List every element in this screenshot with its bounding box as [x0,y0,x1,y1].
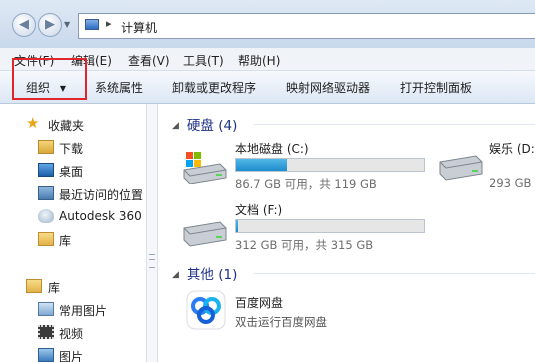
nav-item-downloads[interactable]: 下载 [0,137,146,159]
pictures-icon [38,302,54,316]
nav-item-autodesk[interactable]: Autodesk 360 [0,206,146,228]
star-icon: ★ [26,114,40,132]
group-other[interactable]: ◢ 其他 (1) [172,263,237,283]
collapse-arrow-icon: ◢ [172,270,179,280]
drive-d-icon [439,155,483,181]
content-pane: ◢ 硬盘 (4) 本地磁盘 (C:) 86.7 GB 可用，共 119 GB 娱乐… [158,104,535,362]
windows-drive-icon [183,152,227,184]
nav-item-recent[interactable]: 最近访问的位置 [0,183,146,205]
back-arrow-icon: ◀ [19,17,29,32]
video-icon [38,325,54,339]
nav-favorites[interactable]: ★ 收藏夹 [0,114,146,136]
breadcrumb-separator[interactable]: ▸ [106,17,112,30]
nav-item-label: 最近访问的位置 [59,188,144,202]
collapse-arrow-icon: ◢ [172,121,179,131]
nav-item-library-fav[interactable]: 库 [0,229,146,251]
cloud-icon [38,209,54,223]
splitter-grip-icon [149,254,155,268]
nav-item-label: 下载 [59,142,84,156]
nav-item-images[interactable]: 图片 [0,345,146,362]
recent-pages-dropdown[interactable]: ▼ [64,20,70,29]
uninstall-program-button[interactable]: 卸载或更改程序 [172,79,256,96]
menu-tools[interactable]: 工具(T) [183,52,224,69]
menu-help[interactable]: 帮助(H) [238,52,280,69]
nav-item-label: 图片 [59,350,84,362]
title-bar: ◀ ▶ ▼ ▸ 计算机 [0,0,535,48]
system-properties-button[interactable]: 系统属性 [95,79,143,96]
forward-button[interactable]: ▶ [38,13,62,37]
nav-item-label: 常用图片 [59,304,108,318]
drive-d-name[interactable]: 娱乐 (D: [489,140,535,157]
forward-arrow-icon: ▶ [45,17,55,32]
nav-item-label: 库 [59,234,72,248]
nav-item-videos[interactable]: 视频 [0,322,146,344]
open-control-panel-button[interactable]: 打开控制面板 [400,79,472,96]
nav-favorites-label: 收藏夹 [48,119,85,133]
image-icon [38,348,54,362]
download-folder-icon [38,140,54,154]
drive-c-name[interactable]: 本地磁盘 (C:) [235,140,309,157]
drive-f-usage-bar [235,219,425,233]
drive-d-free: 293 GB [489,176,532,190]
group-divider [254,273,535,274]
nav-item-label: Autodesk 360 [59,209,142,223]
pane-splitter[interactable] [147,104,158,362]
drive-f-name[interactable]: 文档 (F:) [235,201,282,218]
organize-highlight-box [12,58,87,100]
drive-c-usage-fill [236,159,287,171]
recent-places-icon [38,186,54,200]
baidu-netdisk-icon [186,290,226,330]
navigation-pane: ★ 收藏夹 下载 桌面 最近访问的位置 Autodesk 360 库 库 常用图… [0,104,147,362]
nav-libraries-label: 库 [48,281,61,295]
group-hard-disks-label: 硬盘 (4) [186,118,238,134]
library-icon [26,279,42,293]
drive-f-icon [183,221,227,247]
baidu-netdisk-name[interactable]: 百度网盘 [235,294,283,311]
library-folder-icon [38,232,54,246]
group-other-label: 其他 (1) [186,267,238,283]
group-divider [254,124,535,125]
nav-item-label: 视频 [59,327,84,341]
nav-item-common-pictures[interactable]: 常用图片 [0,299,146,321]
desktop-icon [38,163,54,177]
baidu-netdisk-desc: 双击运行百度网盘 [235,315,327,329]
drive-f-free: 312 GB 可用，共 315 GB [235,238,374,252]
address-bar[interactable]: ▸ 计算机 [78,13,535,39]
drive-c-usage-bar [235,158,425,172]
back-button[interactable]: ◀ [12,13,36,37]
breadcrumb-computer[interactable]: 计算机 [121,19,157,36]
map-network-drive-button[interactable]: 映射网络驱动器 [286,79,370,96]
menu-view[interactable]: 查看(V) [128,52,170,69]
nav-libraries[interactable]: 库 [0,276,146,298]
nav-item-desktop[interactable]: 桌面 [0,160,146,182]
drive-c-free: 86.7 GB 可用，共 119 GB [235,177,377,191]
nav-item-label: 桌面 [59,165,84,179]
group-hard-disks[interactable]: ◢ 硬盘 (4) [172,114,237,134]
computer-icon [85,19,99,30]
drive-f-usage-fill [236,220,238,232]
